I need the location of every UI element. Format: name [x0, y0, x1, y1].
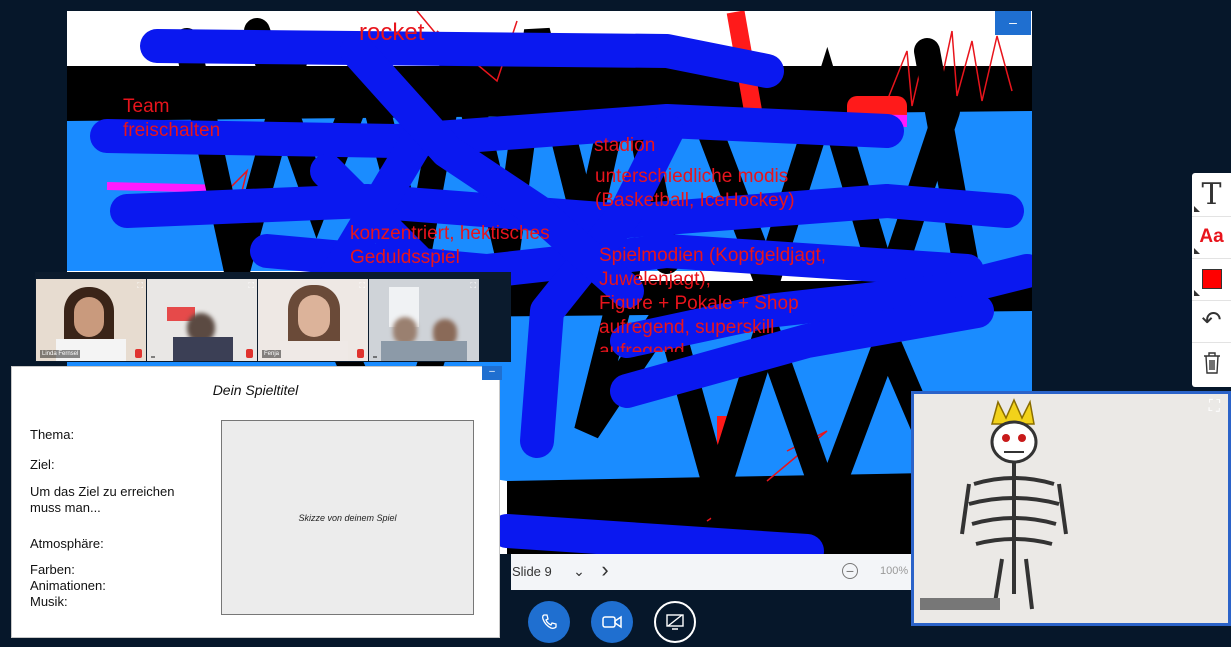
- submenu-corner-icon: [1194, 248, 1200, 254]
- worksheet-panel: Dein Spieltitel Thema: Ziel: Um das Ziel…: [11, 366, 500, 638]
- mic-muted-icon: [357, 349, 364, 358]
- participant-name: Linda Fernsel: [40, 350, 81, 358]
- video-tile[interactable]: ⛶: [147, 279, 257, 361]
- video-button[interactable]: [591, 601, 633, 643]
- webcam-feed[interactable]: ⛶: [911, 391, 1231, 626]
- sketch-box: Skizze von deinem Spiel: [221, 420, 474, 615]
- worksheet-field-ziel: Ziel:: [30, 457, 55, 472]
- font-tool-label: Aa: [1199, 226, 1224, 247]
- mic-muted-icon: [135, 349, 142, 358]
- whiteboard-minimize-button[interactable]: –: [995, 11, 1031, 35]
- zoom-out-icon[interactable]: −: [842, 563, 858, 579]
- undo-icon: ↶: [1201, 307, 1222, 334]
- annotation-geduldsspiel: konzentriert, hektisches Geduldsspiel: [350, 223, 550, 268]
- chevron-right-icon[interactable]: ›: [595, 558, 615, 584]
- worksheet-minimize-button[interactable]: –: [482, 366, 502, 380]
- video-tile[interactable]: Linda Fernsel ⛶: [36, 279, 146, 361]
- font-size-button[interactable]: Aa: [1192, 217, 1231, 257]
- worksheet-title: Dein Spieltitel: [212, 382, 299, 398]
- annotation-toolbar: T Aa ↶: [1192, 173, 1231, 387]
- annotation-modis: unterschiedliche modis (Basketball, IceH…: [595, 166, 795, 211]
- text-tool-button[interactable]: T: [1192, 175, 1231, 215]
- participant-name: [373, 356, 377, 358]
- worksheet-field-ziel-erreichen: Um das Ziel zu erreichen muss man...: [30, 484, 175, 515]
- zoom-level: 100%: [880, 565, 909, 577]
- minimize-icon: –: [1009, 14, 1017, 30]
- phone-icon: [542, 614, 557, 629]
- color-swatch: [1202, 269, 1222, 289]
- worksheet-field-farben: Farben: Animationen: Musik:: [30, 562, 106, 609]
- annotation-team: Team freischalten: [123, 96, 221, 141]
- screen-share-button[interactable]: [654, 601, 696, 643]
- participant-name: Fenja: [262, 350, 282, 358]
- expand-icon[interactable]: ⛶: [470, 281, 476, 291]
- submenu-corner-icon: [1194, 206, 1200, 212]
- video-tile[interactable]: ⛶: [369, 279, 479, 361]
- annotation-rocket: rocket: [359, 19, 425, 46]
- delete-button[interactable]: [1192, 343, 1231, 383]
- video-camera-icon: [602, 615, 622, 629]
- screen-share-icon: [666, 614, 684, 630]
- annotation-stadion: stadion: [594, 135, 656, 156]
- fullscreen-icon[interactable]: ⛶: [1209, 398, 1220, 416]
- mic-muted-icon: [246, 349, 253, 358]
- participant-name: [151, 356, 155, 358]
- undo-button[interactable]: ↶: [1192, 301, 1231, 341]
- slide-navigation-bar: Slide 9 ⌄ › − 100%: [511, 554, 911, 590]
- submenu-corner-icon: [1194, 290, 1200, 296]
- minimize-icon: –: [489, 366, 495, 377]
- sketch-label: Skizze von deinem Spiel: [298, 513, 397, 523]
- video-tile[interactable]: Fenja ⛶: [258, 279, 368, 361]
- annotation-spielmodien: Spielmodien (Kopfgeldjagt, Juwelenjagt),…: [599, 245, 827, 352]
- audio-button[interactable]: [528, 601, 570, 643]
- expand-icon[interactable]: ⛶: [137, 281, 143, 291]
- expand-icon[interactable]: ⛶: [359, 281, 365, 291]
- worksheet-field-atmosphaere: Atmosphäre:: [30, 536, 104, 551]
- color-picker-button[interactable]: [1192, 259, 1231, 299]
- text-tool-label: T: [1201, 177, 1222, 212]
- chevron-down-icon[interactable]: ⌄: [569, 560, 589, 582]
- expand-icon[interactable]: ⛶: [248, 281, 254, 291]
- trash-icon: [1203, 352, 1220, 374]
- slide-label: Slide 9: [512, 564, 552, 579]
- webcam-drawing-skeleton: [914, 394, 1228, 623]
- worksheet-field-thema: Thema:: [30, 427, 75, 442]
- video-strip: Linda Fernsel ⛶ ⛶ Fenja ⛶ ⛶: [35, 272, 511, 362]
